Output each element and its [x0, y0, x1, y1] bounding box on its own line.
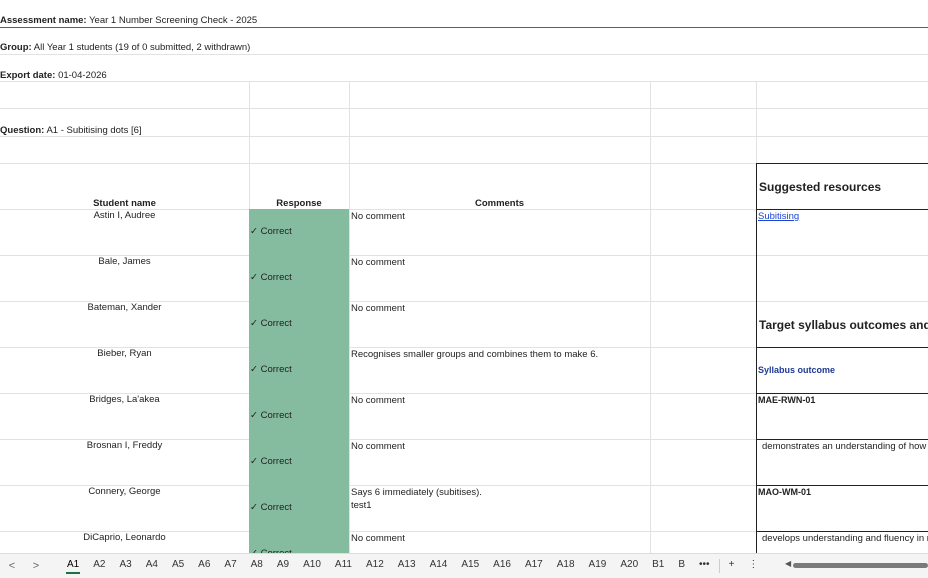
- add-sheet-button[interactable]: +: [722, 554, 742, 578]
- column-header-comments: Comments: [474, 198, 525, 209]
- assessment-name: Assessment name: Year 1 Number Screening…: [0, 15, 258, 26]
- scroll-left-arrow-icon[interactable]: ◀: [785, 559, 791, 568]
- sheet-tab-bar: < > A1 A2 A3 A4 A5 A6 A7 A8 A9 A10 A11 A12 A13 A14 A15…: [0, 553, 928, 578]
- sheet-tab-a11[interactable]: A11: [328, 554, 359, 578]
- comment-line: No comment: [351, 395, 405, 406]
- comment-cell[interactable]: No comment: [351, 256, 405, 269]
- sheet-tab-a10[interactable]: A10: [296, 554, 328, 578]
- response-cell[interactable]: ✓ Correct: [250, 502, 292, 513]
- sheet-tab-a19[interactable]: A19: [582, 554, 614, 578]
- sheet-tab-a2[interactable]: A2: [86, 554, 112, 578]
- sheet-tab-a14[interactable]: A14: [423, 554, 455, 578]
- sheet-menu-button[interactable]: ⋮: [741, 554, 765, 578]
- student-name-cell[interactable]: Bridges, La'akea: [0, 394, 249, 405]
- header-rule: [0, 27, 928, 28]
- sheet-tabs: A1 A2 A3 A4 A5 A6 A7 A8 A9 A10 A11 A12 A13 A14 A15 A16 A…: [60, 554, 692, 578]
- comment-cell[interactable]: No comment: [351, 210, 405, 223]
- tab-prev-button[interactable]: <: [0, 560, 24, 572]
- more-tabs-button[interactable]: •••: [692, 554, 717, 578]
- outcome-desc-1: demonstrates an understanding of how: [762, 441, 927, 452]
- sheet-tab-a6[interactable]: A6: [191, 554, 217, 578]
- sheet-tab-b[interactable]: B: [671, 554, 692, 578]
- response-cell[interactable]: ✓ Correct: [250, 318, 292, 329]
- sheet-tab-a18[interactable]: A18: [550, 554, 582, 578]
- comment-line: No comment: [351, 211, 405, 222]
- response-cell[interactable]: ✓ Correct: [250, 226, 292, 237]
- comment-cell[interactable]: No comment: [351, 394, 405, 407]
- sheet-tab-a8[interactable]: A8: [244, 554, 270, 578]
- response-cell[interactable]: ✓ Correct: [250, 456, 292, 467]
- target-outcomes-heading: Target syllabus outcomes and c: [759, 318, 928, 332]
- sheet-tab-a17[interactable]: A17: [518, 554, 550, 578]
- comment-line: No comment: [351, 441, 405, 452]
- outcome-desc-2: develops understanding and fluency in r: [762, 533, 928, 544]
- comment-line: No comment: [351, 257, 405, 268]
- export-date: Export date: 01-04-2026: [0, 70, 107, 81]
- sheet-tab-b1[interactable]: B1: [645, 554, 671, 578]
- scrollbar-thumb[interactable]: [793, 563, 928, 568]
- student-name-cell[interactable]: Brosnan I, Freddy: [0, 440, 249, 451]
- suggested-resources-heading: Suggested resources: [759, 180, 882, 194]
- comment-line: No comment: [351, 303, 405, 314]
- student-name-cell[interactable]: Connery, George: [0, 486, 249, 497]
- syllabus-outcome-label: Syllabus outcome: [758, 365, 836, 375]
- column-header-response: Response: [276, 198, 322, 209]
- horizontal-scrollbar[interactable]: ◀: [785, 559, 928, 568]
- tab-next-button[interactable]: >: [24, 560, 48, 572]
- comment-cell[interactable]: No comment: [351, 532, 405, 545]
- subitising-resource-link[interactable]: Subitising: [758, 211, 799, 222]
- sheet-tab-a1[interactable]: A1: [60, 554, 86, 578]
- question-info: Question: A1 - Subitising dots [6]: [0, 125, 142, 136]
- sheet-tab-a16[interactable]: A16: [486, 554, 518, 578]
- student-name-cell[interactable]: Bale, James: [0, 256, 249, 267]
- student-name-cell[interactable]: DiCaprio, Leonardo: [0, 532, 249, 543]
- sheet-tab-a5[interactable]: A5: [165, 554, 191, 578]
- comment-cell[interactable]: No comment: [351, 302, 405, 315]
- sheet-tab-a20[interactable]: A20: [613, 554, 645, 578]
- student-name-cell[interactable]: Bateman, Xander: [0, 302, 249, 313]
- comment-line: No comment: [351, 533, 405, 544]
- sheet-tab-a3[interactable]: A3: [112, 554, 138, 578]
- sheet-tab-a4[interactable]: A4: [139, 554, 165, 578]
- comment-line: Recognises smaller groups and combines t…: [351, 349, 599, 360]
- comment-cell[interactable]: Recognises smaller groups and combines t…: [351, 348, 598, 361]
- outcome-code-1: MAE-RWN-01: [758, 395, 816, 405]
- sheet-tab-a15[interactable]: A15: [454, 554, 486, 578]
- group-info: Group: All Year 1 students (19 of 0 subm…: [0, 42, 251, 53]
- sheet-tab-a12[interactable]: A12: [359, 554, 391, 578]
- column-header-student-name: Student name: [93, 198, 156, 209]
- student-name-cell[interactable]: Bieber, Ryan: [0, 348, 249, 359]
- comment-cell[interactable]: No comment: [351, 440, 405, 453]
- response-cell[interactable]: ✓ Correct: [250, 410, 292, 421]
- spreadsheet-grid[interactable]: Assessment name: Year 1 Number Screening…: [0, 0, 928, 553]
- response-cell[interactable]: ✓ Correct: [250, 364, 292, 375]
- outcome-code-2: MAO-WM-01: [758, 487, 811, 497]
- sheet-tab-a7[interactable]: A7: [217, 554, 243, 578]
- comment-line: Says 6 immediately (subitises).: [351, 487, 482, 498]
- sheet-tab-a9[interactable]: A9: [270, 554, 296, 578]
- student-name-cell[interactable]: Astin I, Audree: [0, 210, 249, 221]
- comment-cell[interactable]: Says 6 immediately (subitises). test1: [351, 486, 482, 512]
- comment-line: test1: [351, 500, 372, 511]
- tab-separator: [718, 559, 720, 573]
- sheet-tab-a13[interactable]: A13: [391, 554, 423, 578]
- response-cell[interactable]: ✓ Correct: [250, 272, 292, 283]
